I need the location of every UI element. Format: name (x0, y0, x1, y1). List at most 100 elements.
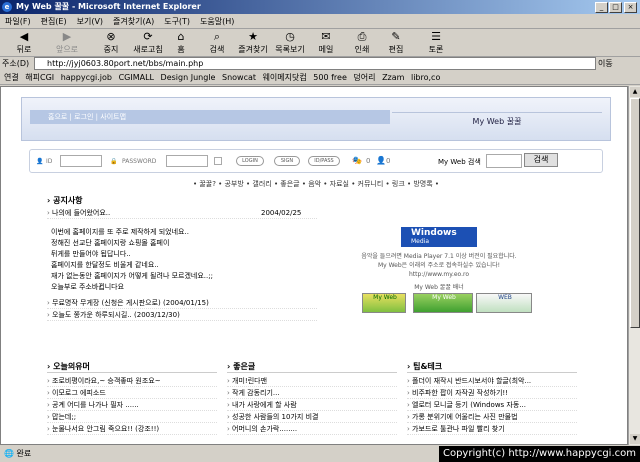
section-title: › 팁&테크 (407, 361, 577, 373)
link-item[interactable]: 웨이메지닷컴 (263, 71, 307, 84)
links-bar: 연결 해피CGI happycgi.job CGIMALL Design Jun… (0, 71, 640, 85)
print-button[interactable]: ⎙ 인쇄 (350, 30, 374, 56)
lock-icon: 🔒 (110, 158, 118, 165)
link-item[interactable]: 덩어리 (353, 71, 375, 84)
sign-button[interactable]: SIGN (274, 156, 300, 166)
back-button[interactable]: ◀ 뒤로 (4, 30, 44, 56)
status-text: 완료 (16, 449, 32, 458)
notice-title: › 공지사항 (47, 196, 83, 205)
media-info: 음악을 들으려면 Media Player 7.1 이상 버전이 필요합니다. M… (361, 253, 517, 278)
id-label: ID (46, 158, 53, 165)
count-1: 0 (366, 157, 371, 165)
edit-button[interactable]: ✎ 편집 (384, 30, 408, 56)
menu-edit[interactable]: 편집(E) (36, 14, 72, 29)
windows-media-logo[interactable]: Windows Media (401, 227, 477, 247)
scroll-down-icon[interactable]: ▼ (630, 434, 640, 444)
vertical-scrollbar[interactable]: ▲ ▼ (628, 86, 640, 445)
tips-section: › 팁&테크 폴더이 재작시 반드시보서야 할글(최악... 비주파한 팝이 자… (407, 361, 577, 435)
banner-3[interactable]: WEB (476, 293, 532, 313)
menu-bar: 파일(F) 편집(E) 보기(V) 즐겨찾기(A) 도구(T) 도움말(H) (0, 14, 640, 29)
history-icon: ◷ (285, 30, 295, 43)
list-item[interactable]: 눈물나서요 안그림 죽으요!! (강조!!) (47, 423, 217, 435)
address-input[interactable]: http://jyj0603.80port.net/bbs/main.php (34, 57, 596, 70)
menu-view[interactable]: 보기(V) (72, 14, 108, 29)
search-button[interactable]: ⌕ 검색 (204, 30, 230, 56)
notice-item[interactable]: 오늘도 쫑가운 하루되시길.. (2003/12/30) (47, 309, 317, 321)
window-title: My Web 꿀꿀 - Microsoft Internet Explorer (16, 2, 201, 11)
list-item[interactable]: 엘로터 모니글 등기 (Windows 자동... (407, 399, 577, 411)
list-item[interactable]: 성공한 사람들의 10가지 비결 (227, 411, 397, 423)
notice-board: › 공지사항 나의에 들어왔어요..2004/02/25 이번에 홈페이지를 또… (47, 195, 317, 339)
refresh-button[interactable]: ⟳ 새로고침 (128, 30, 168, 56)
list-item[interactable]: 조로비평이라요,~ 승객좋따 원조요~ (47, 375, 217, 387)
search-icon: ⌕ (213, 30, 221, 43)
link-item[interactable]: happycgi.job (61, 71, 112, 84)
link-item[interactable]: 해피CGI (25, 71, 54, 84)
link-item[interactable]: CGIMALL (119, 71, 154, 84)
maximize-button[interactable]: □ (609, 2, 622, 13)
link-item[interactable]: 500 free (313, 71, 347, 84)
home-icon: ⌂ (177, 30, 185, 43)
discuss-icon: ☰ (431, 30, 441, 43)
forward-icon: ▶ (62, 30, 72, 43)
minimize-button[interactable]: _ (595, 2, 608, 13)
section-title: › 오늘의유머 (47, 361, 217, 373)
standard-toolbar: ◀ 뒤로 ▶ 앞으로 ⊗ 중지 ⟳ 새로고침 ⌂ 홈 ⌕ 검색 ★ 즐겨찾기 ◷ 목록보기 ✉ 메… (0, 29, 640, 57)
menu-file[interactable]: 파일(F) (0, 14, 36, 29)
close-button[interactable]: × (624, 2, 637, 13)
password-input[interactable] (166, 155, 208, 167)
list-item[interactable]: 가롱 분위기에 어울리는 사진 만물법 (407, 411, 577, 423)
list-item[interactable]: 작게 감동리기... (227, 387, 397, 399)
menu-help[interactable]: 도움말(H) (195, 14, 239, 29)
visitor-icon: 👤 (376, 156, 386, 165)
favorites-button[interactable]: ★ 즐겨찾기 (234, 30, 272, 56)
link-item[interactable]: Snowcat (222, 71, 256, 84)
login-button[interactable]: LOGIN (236, 156, 264, 166)
search-label: My Web 검색 (438, 158, 481, 166)
notice-item[interactable]: 무료명작 무게장 (신청은 게시판으로) (2004/01/15) (47, 297, 317, 309)
browser-window: e My Web 꿀꿀 - Microsoft Internet Explore… (0, 0, 640, 462)
forward-button[interactable]: ▶ 앞으로 (46, 30, 88, 56)
id-input[interactable] (60, 155, 102, 167)
banner-1[interactable]: My Web (362, 293, 406, 313)
list-item[interactable]: 이모로그 에피소드 (47, 387, 217, 399)
section-title: › 좋은글 (227, 361, 397, 373)
menu-favorites[interactable]: 즐겨찾기(A) (108, 14, 159, 29)
count-2: 0 (386, 157, 391, 165)
list-item[interactable]: 가보드로 툴관나 파일 빨리 찾기 (407, 423, 577, 435)
idpass-button[interactable]: ID/PASS (308, 156, 340, 166)
notice-list: 나의에 들어왔어요..2004/02/25 (47, 207, 317, 219)
stop-icon: ⊗ (106, 30, 116, 43)
discuss-button[interactable]: ☰ 토론 (424, 30, 448, 56)
banner-2[interactable]: My Web (413, 293, 473, 313)
menu-tools[interactable]: 도구(T) (159, 14, 195, 29)
main-menu[interactable]: • 꿀꿀? • 공부방 • 갤러리 • 좋은글 • 음악 • 자료실 • 커뮤니… (19, 179, 613, 189)
top-banner: 홈으로 | 로그인 | 사이트맵 My Web 꿀꿀 (21, 97, 611, 141)
list-item[interactable]: 개미!린다맨 (227, 375, 397, 387)
link-item[interactable]: Zzam (382, 71, 404, 84)
list-item[interactable]: 맙는데;; (47, 411, 217, 423)
list-item[interactable]: 공계 어디를 나가나 필자 ...... (47, 399, 217, 411)
home-button[interactable]: ⌂ 홈 (170, 30, 192, 56)
go-button[interactable]: 이동 (598, 58, 613, 69)
list-item[interactable]: 어머니의 손가락........ (227, 423, 397, 435)
link-item[interactable]: Design Jungle (161, 71, 216, 84)
scroll-thumb[interactable] (630, 98, 640, 328)
list-item[interactable]: 폴더이 재작시 반드시보서야 할글(최악... (407, 375, 577, 387)
banner-caption: My Web 꿀꿀 배너 (414, 284, 464, 291)
printer-icon: ⎙ (357, 30, 367, 43)
list-item[interactable]: 내가 사랑에게 할 사람 (227, 399, 397, 411)
member-icon: 🎭 (352, 156, 362, 165)
scroll-up-icon[interactable]: ▲ (630, 87, 640, 97)
top-nav[interactable]: 홈으로 | 로그인 | 사이트맵 (30, 110, 390, 124)
stop-button[interactable]: ⊗ 중지 (96, 30, 126, 56)
history-button[interactable]: ◷ 목록보기 (272, 30, 308, 56)
link-item[interactable]: libro,co (411, 71, 440, 84)
remember-checkbox[interactable] (214, 157, 222, 165)
mail-button[interactable]: ✉ 메일 (314, 30, 338, 56)
site-search-input[interactable] (486, 154, 522, 168)
star-icon: ★ (248, 30, 258, 43)
site-search-button[interactable]: 검색 (524, 153, 558, 167)
notice-item[interactable]: 나의에 들어왔어요..2004/02/25 (47, 207, 317, 219)
list-item[interactable]: 비주파한 팝이 자작권 작성하기!! (407, 387, 577, 399)
